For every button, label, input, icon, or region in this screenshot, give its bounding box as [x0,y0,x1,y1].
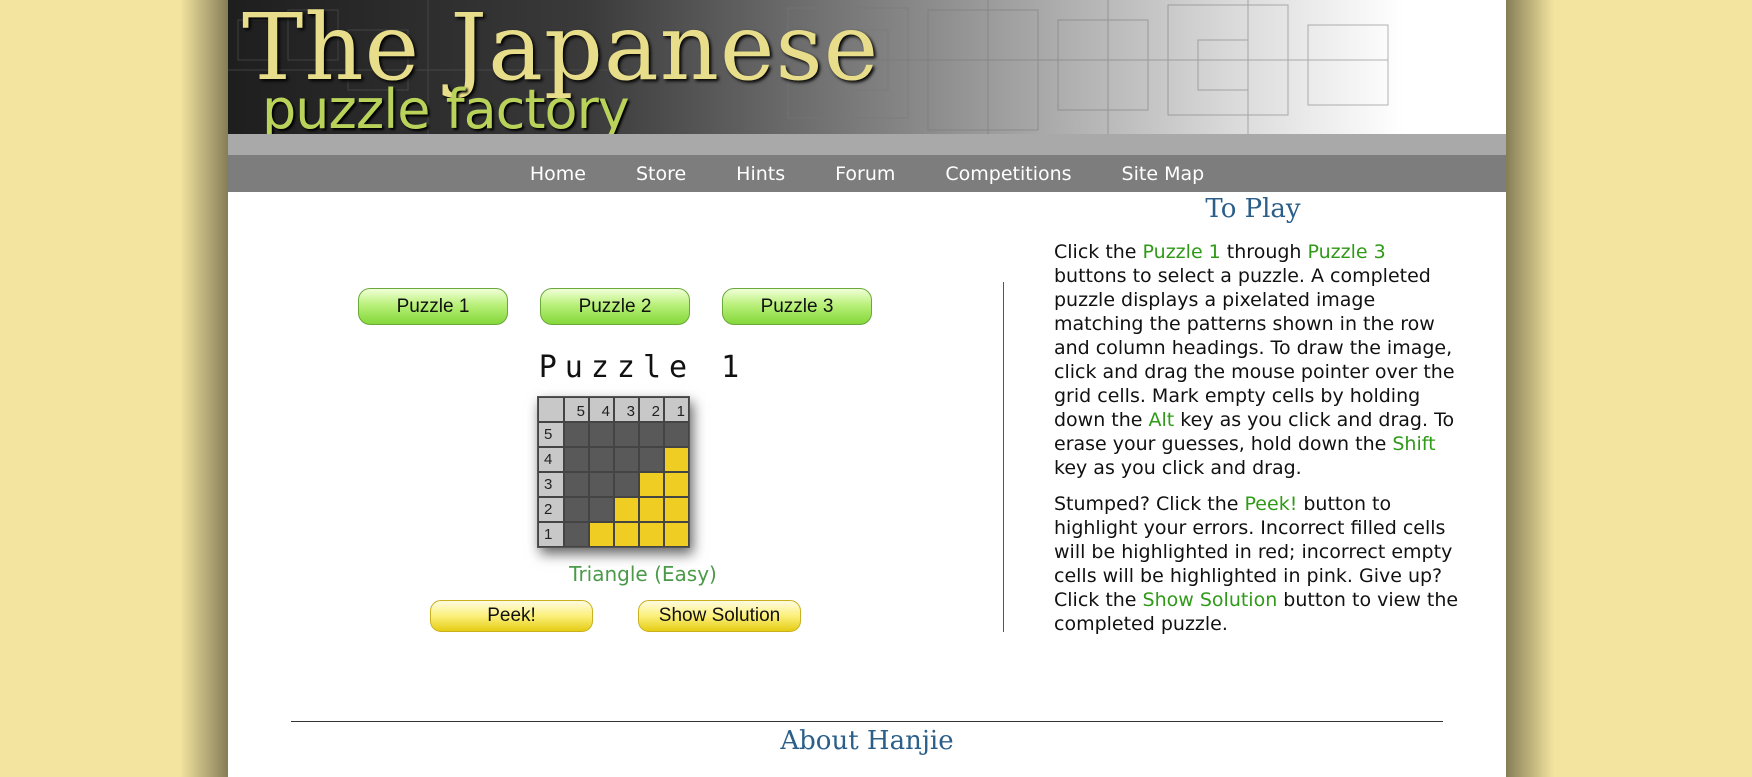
grid-cell-filled[interactable] [639,472,664,497]
row-clue: 2 [538,497,564,522]
column-clue: 4 [589,397,614,422]
banner-divider-strip [228,134,1506,156]
main-nav: Home Store Hints Forum Competitions Site… [228,155,1506,192]
column-divider [1003,282,1004,632]
keyword-show-solution: Show Solution [1142,589,1278,611]
page-shadow-left [180,0,228,777]
grid-cell-empty[interactable] [639,422,664,447]
grid-cell-empty[interactable] [589,447,614,472]
row-clue: 1 [538,522,564,547]
keyword-puzzle-1: Puzzle 1 [1142,241,1221,263]
page-container: The Japanese puzzle factory Home Store H… [228,0,1506,777]
show-solution-button[interactable]: Show Solution [638,600,801,632]
text: buttons to select a puzzle. A completed … [1054,265,1455,431]
grid-cell-filled[interactable] [614,522,639,547]
text: through [1220,241,1308,263]
instructions: Click the Puzzle 1 through Puzzle 3 butt… [1054,240,1459,648]
grid-cell-empty[interactable] [564,422,589,447]
nav-store[interactable]: Store [636,163,686,185]
section-divider [291,721,1443,722]
grid-cell-filled[interactable] [664,472,689,497]
grid-cell-empty[interactable] [564,522,589,547]
text: Stumped? Click the [1054,493,1245,515]
grid-corner [538,397,564,422]
grid-cell-filled[interactable] [664,497,689,522]
keyword-shift: Shift [1392,433,1436,455]
keyword-puzzle-3: Puzzle 3 [1307,241,1386,263]
nav-site-map[interactable]: Site Map [1122,163,1205,185]
keyword-alt: Alt [1148,409,1175,431]
nav-forum[interactable]: Forum [835,163,895,185]
grid-cell-empty[interactable] [589,472,614,497]
banner-subtitle: puzzle factory [262,78,630,138]
text: Click the [1054,241,1143,263]
nav-home[interactable]: Home [530,163,586,185]
peek-button[interactable]: Peek! [430,600,593,632]
column-clue: 2 [639,397,664,422]
puzzle-title: Puzzle 1 [538,350,748,385]
grid-cell-filled[interactable] [589,522,614,547]
puzzle-name-label: Triangle (Easy) [569,562,717,586]
row-clue: 4 [538,447,564,472]
grid-cell-filled[interactable] [664,522,689,547]
grid-cell-empty[interactable] [614,422,639,447]
grid-cell-empty[interactable] [564,447,589,472]
grid-cell-empty[interactable] [589,422,614,447]
nonogram-grid: 5432154321 [537,396,690,548]
instructions-paragraph-1: Click the Puzzle 1 through Puzzle 3 butt… [1054,240,1459,480]
grid-cell-filled[interactable] [614,497,639,522]
text: key as you click and drag. [1054,457,1302,479]
row-clue: 3 [538,472,564,497]
puzzle-2-button[interactable]: Puzzle 2 [540,288,690,325]
column-clue: 5 [564,397,589,422]
grid-cell-empty[interactable] [614,447,639,472]
about-heading: About Hanjie [780,726,954,756]
keyword-peek: Peek! [1244,493,1298,515]
to-play-heading: To Play [1205,194,1301,224]
column-clue: 1 [664,397,689,422]
grid-cell-empty[interactable] [564,497,589,522]
page-shadow-right [1506,0,1554,777]
grid-cell-empty[interactable] [614,472,639,497]
site-banner: The Japanese puzzle factory [228,0,1506,138]
grid-cell-empty[interactable] [639,447,664,472]
grid-cell-filled[interactable] [639,497,664,522]
grid-cell-filled[interactable] [639,522,664,547]
grid-cell-empty[interactable] [589,497,614,522]
row-clue: 5 [538,422,564,447]
column-clue: 3 [614,397,639,422]
instructions-paragraph-2: Stumped? Click the Peek! button to highl… [1054,492,1459,636]
grid-cell-filled[interactable] [664,447,689,472]
grid-cell-empty[interactable] [664,422,689,447]
puzzle-1-button[interactable]: Puzzle 1 [358,288,508,325]
puzzle-3-button[interactable]: Puzzle 3 [722,288,872,325]
nav-competitions[interactable]: Competitions [945,163,1071,185]
grid-cell-empty[interactable] [564,472,589,497]
nav-hints[interactable]: Hints [736,163,785,185]
